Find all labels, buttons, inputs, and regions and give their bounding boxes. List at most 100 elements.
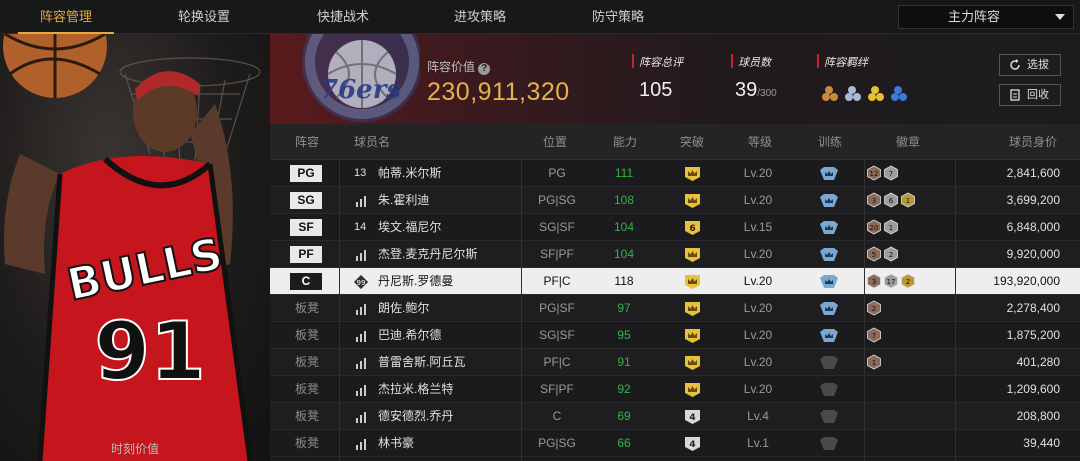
tab-rotation-settings[interactable]: 轮换设置 (156, 0, 252, 34)
training-crown-icon (820, 221, 838, 234)
breakthrough-crown-icon (685, 248, 700, 262)
player-value: 401,280 (1016, 355, 1060, 369)
player-position: C (552, 409, 562, 423)
table-row[interactable]: 板凳 普雷舍斯.阿丘瓦 PF|C 91 Lv.20 1 401,280 (270, 349, 1080, 376)
col-value: 球员身价 (1009, 135, 1058, 149)
player-name[interactable]: 朱.霍利迪 (378, 187, 429, 214)
player-ability: 104 (613, 220, 635, 234)
signal-bars-icon (356, 439, 366, 450)
badge-icon[interactable]: 7 (883, 165, 899, 181)
lineup-slot-bench: 板凳 (295, 355, 320, 369)
svg-text:2: 2 (906, 278, 910, 286)
badge-icon[interactable]: 2 (866, 300, 882, 316)
svg-text:99: 99 (357, 279, 366, 287)
svg-text:7: 7 (872, 332, 876, 340)
player-ability: 97 (617, 301, 631, 315)
player-position: PG|SG (538, 193, 576, 207)
table-row[interactable]: 板凳 德安德烈.乔丹 C 69 4 Lv.4 208,800 (270, 403, 1080, 430)
player-value: 193,920,000 (993, 274, 1060, 288)
help-icon[interactable]: ? (478, 63, 491, 75)
player-name[interactable]: 德安德烈.乔丹 (378, 403, 453, 430)
player-name[interactable]: 帕蒂.米尔斯 (378, 160, 441, 187)
jersey-number: 14 (354, 221, 367, 233)
badge-icon[interactable]: 7 (866, 327, 882, 343)
player-level: Lv.4 (747, 409, 769, 423)
tab-defense-strategy[interactable]: 防守策略 (570, 0, 666, 34)
player-position: SF|PF (540, 247, 574, 261)
badge-icon[interactable]: 6 (883, 192, 899, 208)
player-ability: 108 (613, 193, 635, 207)
badge-icon[interactable]: 17 (883, 273, 899, 289)
tab-offense-strategy[interactable]: 进攻策略 (432, 0, 528, 34)
player-position: PF|C (543, 274, 571, 288)
table-row[interactable]: SF 14 埃文.福尼尔 SG|SF 104 6 Lv.15 20 1 6,848,000 (270, 214, 1080, 241)
player-name[interactable]: 巴迪.希尔德 (378, 322, 441, 349)
lineup-select[interactable]: 主力阵容 (898, 5, 1074, 29)
badge-icon[interactable]: 1 (866, 354, 882, 370)
table-row[interactable]: C 99 丹尼斯.罗德曼 PF|C 118 Lv.20 3 17 2 193,920,000 (270, 268, 1080, 295)
player-ability: 69 (617, 409, 631, 423)
player-level: Lv.1 (747, 436, 769, 450)
recall-button[interactable]: 回收 (999, 84, 1061, 106)
table-row[interactable]: 板凳 杰拉米.格兰特 SF|PF 92 Lv.20 1,209,600 (270, 376, 1080, 403)
lineup-value: 230,911,320 (427, 78, 570, 106)
player-name[interactable]: 普雷舍斯.阿丘瓦 (378, 349, 465, 376)
badge-icon[interactable]: 2 (900, 273, 916, 289)
player-level: Lv.15 (743, 220, 773, 234)
signal-bars-icon (356, 358, 366, 369)
player-name[interactable]: 杰拉米.格兰特 (378, 376, 453, 403)
lineup-rating-value: 105 (639, 79, 673, 101)
table-row[interactable]: SG 朱.霍利迪 PG|SG 108 Lv.20 3 6 1 3,699,200 (270, 187, 1080, 214)
player-card-art: BULLS 91 时刻价值 (0, 34, 270, 461)
table-row[interactable]: 板凳 林书豪 PG|SG 66 4 Lv.1 39,440 (270, 430, 1080, 457)
lineup-screen: 阵容管理 轮换设置 快捷战术 进攻策略 防守策略 主力阵容 BULLS 91 时… (0, 0, 1080, 461)
player-value: 3,699,200 (1006, 193, 1060, 207)
pick-button[interactable]: 选拔 (999, 54, 1061, 76)
table-row[interactable]: 板凳 朗佐.鲍尔 PG|SF 97 Lv.20 2 2,278,400 (270, 295, 1080, 322)
player-value: 6,848,000 (1006, 220, 1060, 234)
col-position: 位置 (543, 135, 568, 149)
breakthrough-level-icon: 4 (685, 410, 700, 424)
col-training: 训练 (818, 135, 843, 149)
player-level: Lv.20 (743, 193, 773, 207)
player-value: 1,209,600 (1006, 382, 1060, 396)
svg-text:7: 7 (889, 170, 893, 178)
player-name[interactable]: 林书豪 (378, 430, 414, 457)
player-position: PG|SG (538, 436, 576, 450)
bond-icons[interactable] (821, 82, 913, 109)
table-row[interactable]: PF 杰登.麦克丹尼尔斯 SF|PF 104 Lv.20 5 2 9,920,000 (270, 241, 1080, 268)
player-value: 9,920,000 (1006, 247, 1060, 261)
player-name[interactable]: 埃文.福尼尔 (378, 214, 441, 241)
badge-icon[interactable]: 1 (883, 219, 899, 235)
player-name[interactable]: 杰登.麦克丹尼尔斯 (378, 241, 477, 268)
badge-icon[interactable]: 3 (866, 192, 882, 208)
breakthrough-crown-icon (685, 356, 700, 370)
badge-icon[interactable]: 3 (866, 273, 882, 289)
tab-lineup-management[interactable]: 阵容管理 (18, 0, 114, 34)
svg-text:6: 6 (889, 197, 894, 205)
player-value: 2,278,400 (1006, 301, 1060, 315)
table-row[interactable]: PG 13 帕蒂.米尔斯 PG 111 Lv.20 12 7 2,841,600 (270, 160, 1080, 187)
chevron-down-icon (1055, 14, 1065, 20)
badge-icon[interactable]: 2 (883, 246, 899, 262)
player-count-max: /300 (757, 88, 777, 99)
tab-quick-tactics[interactable]: 快捷战术 (295, 0, 391, 34)
badge-icon[interactable]: 1 (900, 192, 916, 208)
svg-text:1: 1 (889, 224, 893, 232)
lineup-slot-badge: PF (290, 246, 322, 263)
signal-bars-icon (356, 412, 366, 423)
document-icon (1010, 89, 1020, 101)
player-value: 39,440 (1023, 436, 1060, 450)
player-name[interactable]: 丹尼斯.罗德曼 (378, 268, 453, 295)
table-row[interactable]: 板凳 巴迪.希尔德 SG|SF 95 Lv.20 7 1,875,200 (270, 322, 1080, 349)
training-crown-icon (820, 248, 838, 261)
svg-text:4: 4 (689, 413, 695, 423)
jersey-number-icon: 99 (354, 275, 368, 289)
badge-icon[interactable]: 12 (866, 165, 882, 181)
badge-icon[interactable]: 20 (866, 219, 882, 235)
top-nav: 阵容管理 轮换设置 快捷战术 进攻策略 防守策略 主力阵容 (0, 0, 1080, 34)
badge-icon[interactable]: 5 (866, 246, 882, 262)
player-name[interactable]: 朗佐.鲍尔 (378, 295, 429, 322)
breakthrough-crown-icon (685, 194, 700, 208)
lineup-bond-block: 阵容羁绊 (817, 54, 868, 70)
